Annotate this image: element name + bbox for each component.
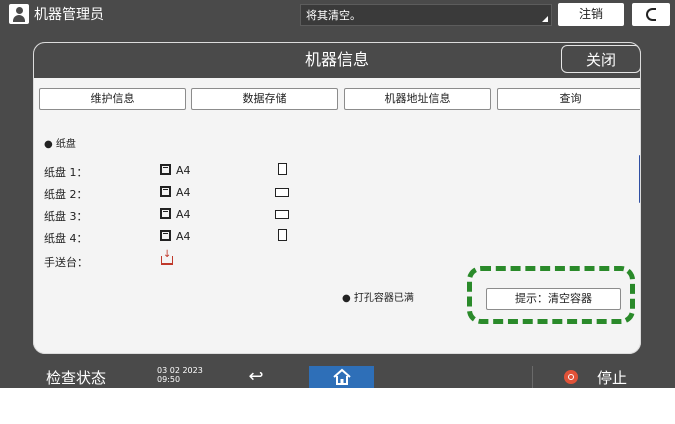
tray-label: 纸盘 2： — [44, 188, 88, 201]
tab-bar: 维护信息 数据存储 机器地址信息 查询 — [39, 88, 641, 110]
hint-empty-container-button[interactable]: 提示：清空容器 — [486, 288, 621, 310]
scrollbar[interactable] — [639, 155, 641, 203]
date-text: 03 02 2023 — [157, 366, 203, 375]
user-label: 机器管理员 — [34, 7, 104, 23]
bypass-tray-icon — [161, 249, 173, 265]
check-status-button[interactable]: 检查状态 — [46, 367, 106, 388]
tray-row: 纸盘 4： A4 — [44, 228, 304, 246]
section-title-paper-tray: ● 纸盘 — [44, 139, 76, 150]
tray-label: 纸盘 3： — [44, 210, 88, 223]
tray-row: 纸盘 3： A4 — [44, 206, 304, 224]
close-button[interactable]: 关闭 — [561, 45, 641, 73]
paper-landscape-icon — [275, 210, 289, 219]
home-button[interactable] — [309, 366, 374, 388]
panel-header: 机器信息 关闭 — [33, 42, 641, 78]
datetime: 03 02 2023 09:50 — [157, 366, 203, 384]
panel-title: 机器信息 — [304, 50, 369, 69]
tray-label: 纸盘 1： — [44, 166, 88, 179]
divider — [532, 366, 533, 388]
back-button[interactable]: ↩ — [236, 366, 276, 388]
tab-data-storage[interactable]: 数据存储 — [191, 88, 338, 110]
time-text: 09:50 — [157, 375, 181, 384]
energy-saver-button[interactable] — [632, 3, 670, 26]
tab-machine-address-info[interactable]: 机器地址信息 — [344, 88, 491, 110]
bypass-tray-row: 手送台： — [44, 249, 304, 270]
status-message-field[interactable]: 将其清空。 — [300, 4, 552, 26]
top-bar: 机器管理员 将其清空。 注销 — [0, 0, 675, 30]
user-icon — [9, 4, 29, 24]
paper-stack-icon — [160, 186, 171, 197]
expand-corner-icon — [542, 16, 548, 22]
tray-label: 纸盘 4： — [44, 232, 88, 245]
moon-icon — [646, 8, 656, 21]
tray-row: 纸盘 2： A4 — [44, 184, 304, 202]
tab-inquiry[interactable]: 查询 — [497, 88, 641, 110]
paper-stack-icon — [160, 164, 171, 175]
status-message: 将其清空。 — [306, 9, 361, 22]
paper-size: A4 — [176, 186, 191, 199]
home-icon — [333, 368, 351, 385]
paper-size: A4 — [176, 164, 191, 177]
stop-button[interactable]: 停止 — [597, 367, 627, 388]
paper-stack-icon — [160, 230, 171, 241]
machine-screen: 机器管理员 将其清空。 注销 机器信息 关闭 维护信息 数据存储 机器地址信息 … — [0, 0, 675, 388]
machine-info-panel: 机器信息 关闭 维护信息 数据存储 机器地址信息 查询 ● 纸盘 纸盘 1： A… — [33, 42, 641, 354]
paper-size: A4 — [176, 230, 191, 243]
tray-row: 纸盘 1： A4 — [44, 162, 304, 180]
paper-portrait-icon — [278, 229, 287, 241]
paper-size: A4 — [176, 208, 191, 221]
punch-container-status: ● 打孔容器已满 — [342, 293, 414, 304]
paper-stack-icon — [160, 208, 171, 219]
paper-portrait-icon — [278, 163, 287, 175]
paper-landscape-icon — [275, 188, 289, 197]
back-arrow-icon: ↩ — [248, 366, 264, 387]
tab-maintenance-info[interactable]: 维护信息 — [39, 88, 186, 110]
stop-icon — [564, 370, 578, 384]
logout-button[interactable]: 注销 — [558, 3, 624, 26]
bypass-tray-label: 手送台： — [44, 256, 88, 269]
